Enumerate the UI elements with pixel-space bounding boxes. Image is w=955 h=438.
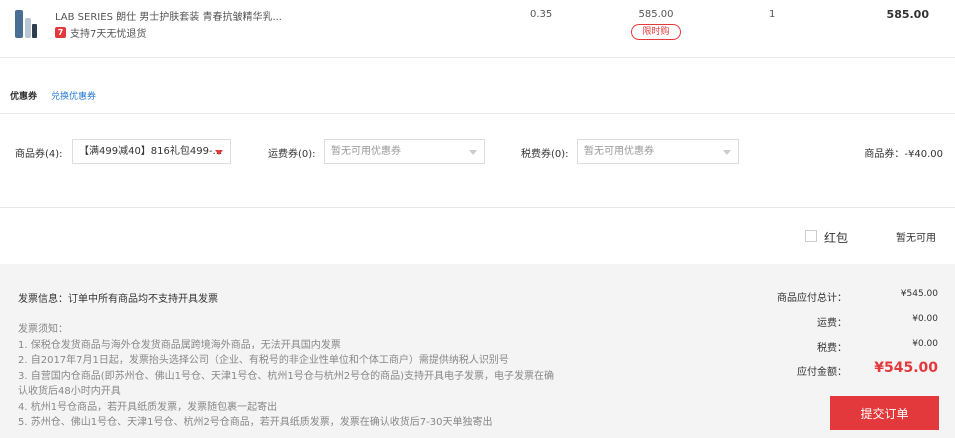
return-policy-text: 支持7天无忧退货 xyxy=(70,29,147,40)
red-packet-label[interactable]: 红包 xyxy=(824,229,848,246)
coupon-selectors: 商品券(4): 【满499减40】816礼包499-... 运费券(0): 暂无… xyxy=(0,114,955,208)
shipping-coupon-placeholder: 暂无可用优惠券 xyxy=(331,146,401,157)
product-row: LAB SERIES 朗仕 男士护肤套装 青春抗皱精华乳... 7 支持7天无忧… xyxy=(0,0,955,58)
invoice-note-line: 发票须知： xyxy=(18,324,68,335)
goods-coupon-select[interactable]: 【满499减40】816礼包499-... xyxy=(72,139,231,164)
submit-order-button[interactable]: 提交订单 xyxy=(830,396,939,430)
invoice-note-line: 1. 保税仓发货商品与海外仓发货商品属跨境海外商品，无法开具国内发票 xyxy=(18,339,341,351)
product-name[interactable]: LAB SERIES 朗仕 男士护肤套装 青春抗皱精华乳... xyxy=(55,8,282,23)
invoice-info: 发票信息：订单中所有商品均不支持开具发票 xyxy=(18,294,218,305)
tax-coupon-placeholder: 暂无可用优惠券 xyxy=(584,146,654,157)
tax-fee-value: ¥0.00 xyxy=(912,339,938,349)
payable-amount: ¥545.00 xyxy=(874,360,938,376)
goods-coupon-selected: 【满499减40】816礼包499-... xyxy=(79,146,223,157)
product-price: 585.00 xyxy=(638,9,674,20)
order-footer: 发票信息：订单中所有商品均不支持开具发票 发票须知： 1. 保税仓发货商品与海外… xyxy=(0,264,955,438)
invoice-note-line: 认收货后48小时内开具 xyxy=(18,386,121,397)
invoice-note-line: 2. 自2017年7月1日起，发票抬头选择公司（企业、有税号的非企业性单位和个体… xyxy=(18,355,509,366)
shipping-coupon-label: 运费券(0): xyxy=(268,149,316,160)
return-badge-icon: 7 xyxy=(55,27,66,38)
tax-coupon-select[interactable]: 暂无可用优惠券 xyxy=(577,139,739,164)
tax-coupon-label: 税费券(0): xyxy=(521,149,569,160)
product-subtotal: 585.00 xyxy=(886,8,929,21)
red-packet-status: 暂无可用 xyxy=(896,233,936,244)
dropdown-arrow-icon xyxy=(215,150,223,155)
shipping-fee-label: 运费： xyxy=(817,318,847,329)
tax-fee-label: 税费： xyxy=(817,343,847,354)
payable-label: 应付金额： xyxy=(797,367,847,378)
product-thumbnail[interactable] xyxy=(12,8,38,40)
red-packet-row: 红包 暂无可用 xyxy=(0,208,955,264)
goods-coupon-discount: 商品券：-¥40.00 xyxy=(864,149,943,160)
goods-coupon-label: 商品券(4): xyxy=(15,149,63,160)
return-policy: 7 支持7天无忧退货 xyxy=(55,25,146,40)
flash-sale-tag: 限时购 xyxy=(631,24,681,40)
dropdown-arrow-icon xyxy=(469,150,477,155)
shipping-coupon-select[interactable]: 暂无可用优惠券 xyxy=(324,139,485,164)
invoice-note-line: 4. 杭州1号仓商品，若开具纸质发票，发票随包裹一起寄出 xyxy=(18,401,278,413)
product-quantity: 1 xyxy=(769,9,776,20)
goods-total-value: ¥545.00 xyxy=(900,289,938,299)
dropdown-arrow-icon xyxy=(723,150,731,155)
coupon-section-title: 优惠券 xyxy=(10,92,38,102)
invoice-notes: 发票须知： 1. 保税仓发货商品与海外仓发货商品属跨境海外商品，无法开具国内发票… xyxy=(18,322,618,431)
product-weight: 0.35 xyxy=(530,9,553,20)
exchange-coupon-link[interactable]: 兑换优惠券 xyxy=(51,89,96,102)
invoice-note-line: 5. 苏州仓、佛山1号仓、天津1号仓、杭州2号仓商品，若开具纸质发票，发票在确认… xyxy=(18,417,493,428)
goods-total-label: 商品应付总计： xyxy=(777,293,847,304)
red-packet-checkbox[interactable] xyxy=(805,230,817,242)
coupon-header: 优惠券 兑换优惠券 xyxy=(0,58,955,114)
invoice-note-line: 3. 自营国内仓商品(即苏州仓、佛山1号仓、天津1号仓、杭州1号仓与杭州2号仓的… xyxy=(18,370,554,382)
shipping-fee-value: ¥0.00 xyxy=(912,314,938,324)
